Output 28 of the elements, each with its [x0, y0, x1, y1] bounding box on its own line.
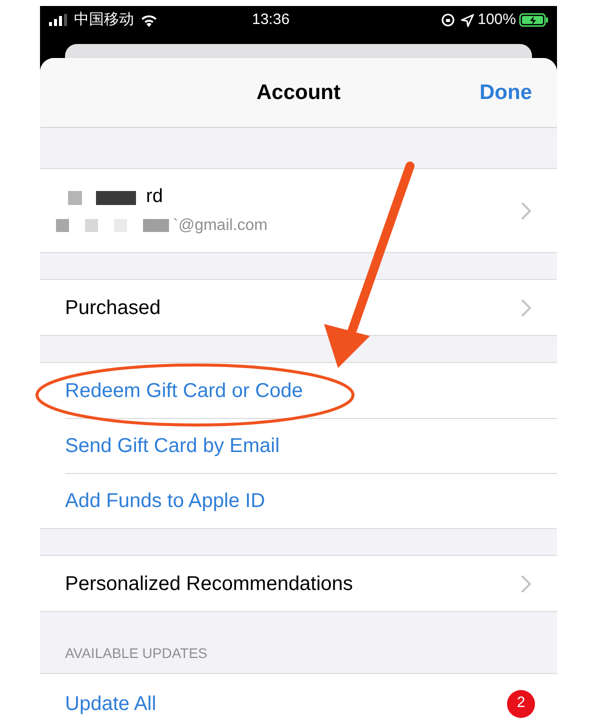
carrier-name: 中国移动	[74, 10, 134, 30]
update-count-badge: 2	[507, 690, 535, 718]
redaction-mosaic	[68, 190, 136, 204]
update-all-button[interactable]: Update All	[65, 688, 156, 718]
account-email: `@gmail.com	[173, 216, 268, 236]
battery-percent: 100%	[478, 10, 516, 30]
done-button[interactable]: Done	[480, 76, 532, 108]
row-label: Add Funds to Apple ID	[65, 489, 266, 514]
account-name: rd	[146, 185, 163, 210]
wifi-icon	[140, 14, 158, 26]
rotation-lock-icon	[440, 13, 455, 27]
list-row[interactable]: Add Funds to Apple ID	[65, 473, 557, 528]
location-icon	[460, 14, 474, 26]
section-header: AVAILABLE UPDATES	[65, 644, 208, 663]
sheet-title: Account	[256, 80, 340, 106]
battery-icon	[519, 13, 549, 27]
chevron-icon	[521, 202, 531, 220]
list-row[interactable]: Redeem Gift Card or Code	[65, 363, 557, 418]
row-label: Purchased	[65, 296, 161, 320]
signal-icon	[48, 14, 70, 26]
list-row[interactable]: Send Gift Card by Email	[65, 418, 557, 473]
chevron-icon	[521, 298, 531, 316]
clock-time: 13:36	[252, 10, 290, 30]
row-label: Redeem Gift Card or Code	[65, 378, 303, 404]
chevron-icon	[521, 574, 531, 592]
account-row[interactable]: rd `@gmail.com	[40, 168, 557, 253]
row-label: Personalized Recommendations	[65, 572, 353, 596]
row-label: Send Gift Card by Email	[65, 434, 280, 459]
